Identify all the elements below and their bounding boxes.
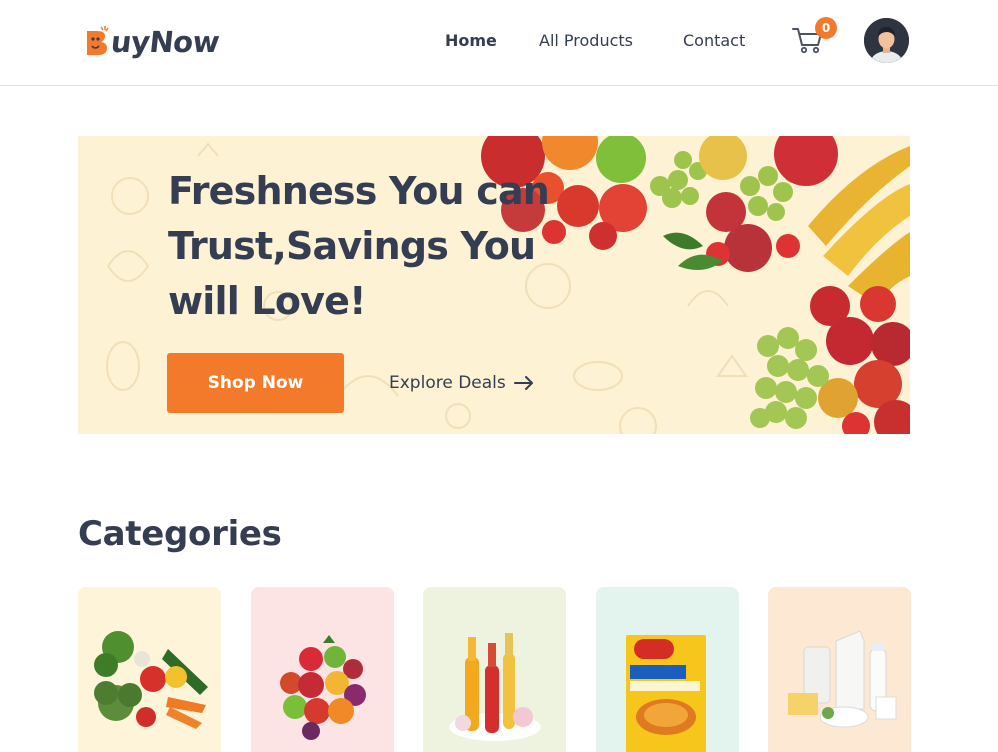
categories-heading: Categories — [78, 514, 282, 554]
hero-headline: Freshness You can Trust,Savings You will… — [168, 169, 550, 323]
shop-now-button[interactable]: Shop Now — [167, 353, 344, 413]
nav-home[interactable]: Home — [445, 28, 497, 54]
logo-wordmark: uyNow — [109, 25, 221, 59]
nav-all-products[interactable]: All Products — [539, 28, 633, 54]
user-avatar[interactable] — [864, 18, 909, 63]
arrow-right-icon — [513, 376, 533, 390]
instant-noodles-image — [626, 635, 706, 752]
brand-logo[interactable]: uyNow — [84, 20, 221, 64]
category-card-fruits[interactable] — [251, 587, 394, 752]
category-card-beverages[interactable] — [423, 587, 566, 752]
category-card-instant-noodles[interactable] — [596, 587, 739, 752]
dairy-image — [788, 630, 897, 728]
category-card-vegetables[interactable] — [78, 587, 221, 752]
nav-contact[interactable]: Contact — [683, 28, 745, 54]
explore-deals-label: Explore Deals — [389, 373, 506, 393]
explore-deals-link[interactable]: Explore Deals — [389, 371, 534, 395]
logo-b-icon — [84, 25, 110, 59]
category-card-dairy[interactable] — [768, 587, 911, 752]
hero-banner: Freshness You can Trust,Savings You will… — [78, 136, 910, 434]
fruits-image — [280, 635, 366, 740]
vegetables-image — [94, 631, 208, 729]
cart-count-badge: 0 — [815, 17, 837, 39]
beverages-image — [449, 633, 541, 741]
site-header: uyNow Home All Products Contact 0 — [0, 0, 998, 86]
